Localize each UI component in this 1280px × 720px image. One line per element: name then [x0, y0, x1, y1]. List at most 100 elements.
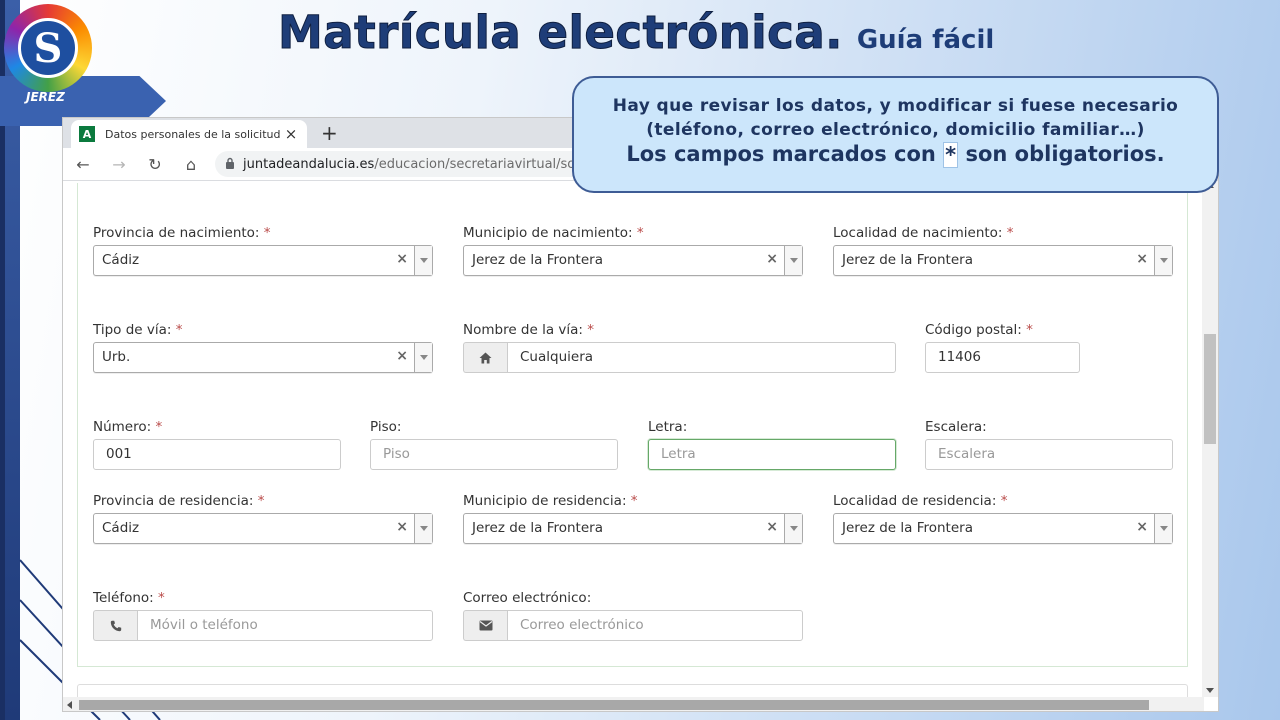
- field-localidad-residencia: Localidad de residencia: * Jerez de la F…: [833, 493, 1173, 544]
- required-mark: *: [257, 493, 265, 509]
- dropdown-arrow-icon[interactable]: [414, 246, 432, 275]
- clear-icon[interactable]: ×: [1136, 519, 1148, 535]
- reload-icon[interactable]: ↻: [139, 155, 171, 174]
- callout-line-3-after: son obligatorios.: [965, 142, 1165, 166]
- dropdown-arrow-icon[interactable]: [414, 343, 432, 372]
- clear-icon[interactable]: ×: [766, 251, 778, 267]
- tab-title: Datos personales de la solicitud: [105, 127, 281, 141]
- lock-icon: [225, 157, 235, 172]
- telefono-input[interactable]: Móvil o teléfono: [137, 610, 433, 641]
- browser-tab[interactable]: A Datos personales de la solicitud ×: [71, 120, 307, 148]
- required-mark: *: [1000, 493, 1008, 509]
- required-mark: *: [1006, 225, 1014, 241]
- municipio-residencia-select[interactable]: Jerez de la Frontera ×: [463, 513, 803, 544]
- clear-icon[interactable]: ×: [1136, 251, 1148, 267]
- field-label: Municipio de nacimiento: *: [463, 225, 644, 241]
- scroll-left-icon[interactable]: [67, 701, 72, 709]
- required-star-sample: *: [943, 142, 959, 168]
- vertical-scroll-thumb[interactable]: [1204, 334, 1216, 444]
- field-label: Número: *: [93, 419, 163, 435]
- required-mark: *: [155, 419, 163, 435]
- field-label: Provincia de residencia: *: [93, 493, 265, 509]
- home-icon: [463, 342, 507, 373]
- dropdown-arrow-icon[interactable]: [414, 514, 432, 543]
- field-nombre-via: Nombre de la vía: * Cualquiera: [463, 322, 896, 373]
- field-label: Teléfono: *: [93, 590, 165, 606]
- browser-window: A Datos personales de la solicitud × + ←…: [62, 117, 1219, 712]
- tipo-via-select[interactable]: Urb. ×: [93, 342, 433, 373]
- tab-close-icon[interactable]: ×: [283, 125, 299, 143]
- required-mark: *: [587, 322, 595, 338]
- logo-letter: S: [18, 18, 78, 78]
- field-municipio-nacimiento: Municipio de nacimiento: * Jerez de la F…: [463, 225, 803, 276]
- field-label: Municipio de residencia: *: [463, 493, 638, 509]
- required-mark: *: [175, 322, 183, 338]
- codigo-postal-input[interactable]: 11406: [925, 342, 1080, 373]
- select-value: Jerez de la Frontera: [842, 252, 973, 268]
- horizontal-scroll-thumb[interactable]: [79, 700, 1149, 710]
- provincia-residencia-select[interactable]: Cádiz ×: [93, 513, 433, 544]
- field-label: Piso:: [370, 419, 402, 435]
- clear-icon[interactable]: ×: [766, 519, 778, 535]
- field-numero: Número: * 001: [93, 419, 341, 470]
- phone-icon: [93, 610, 137, 641]
- field-provincia-residencia: Provincia de residencia: * Cádiz ×: [93, 493, 433, 544]
- clear-icon[interactable]: ×: [396, 348, 408, 364]
- piso-input[interactable]: Piso: [370, 439, 618, 470]
- localidad-residencia-select[interactable]: Jerez de la Frontera ×: [833, 513, 1173, 544]
- envelope-icon: [463, 610, 507, 641]
- field-letra: Letra: Letra: [648, 419, 896, 470]
- callout-line-2: (teléfono, correo electrónico, domicilio…: [646, 120, 1145, 140]
- field-tipo-via: Tipo de vía: * Urb. ×: [93, 322, 433, 373]
- callout-line-1: Hay que revisar los datos, y modificar s…: [612, 96, 1179, 116]
- scroll-down-icon[interactable]: [1206, 688, 1214, 693]
- new-tab-icon[interactable]: +: [321, 121, 338, 145]
- localidad-nacimiento-select[interactable]: Jerez de la Frontera ×: [833, 245, 1173, 276]
- slide-title-main: Matrícula electrónica.: [278, 6, 843, 60]
- field-label: Letra:: [648, 419, 688, 435]
- nombre-via-input[interactable]: Cualquiera: [507, 342, 896, 373]
- field-telefono: Teléfono: * Móvil o teléfono: [93, 590, 433, 641]
- field-label: Código postal: *: [925, 322, 1033, 338]
- correo-input[interactable]: Correo electrónico: [507, 610, 803, 641]
- slide-title: Matrícula electrónica. Guía fácil: [278, 6, 995, 66]
- dropdown-arrow-icon[interactable]: [1154, 246, 1172, 275]
- provincia-nacimiento-select[interactable]: Cádiz ×: [93, 245, 433, 276]
- junta-favicon-icon: A: [79, 126, 95, 142]
- municipio-nacimiento-select[interactable]: Jerez de la Frontera ×: [463, 245, 803, 276]
- home-nav-icon[interactable]: ⌂: [175, 155, 207, 174]
- logo-jerez-text: JEREZ: [26, 90, 65, 104]
- required-mark: *: [158, 590, 165, 606]
- numero-input[interactable]: 001: [93, 439, 341, 470]
- field-escalera: Escalera: Escalera: [925, 419, 1173, 470]
- correo-group: Correo electrónico: [463, 610, 803, 641]
- school-logo: S: [4, 4, 92, 92]
- dropdown-arrow-icon[interactable]: [784, 246, 802, 275]
- clear-icon[interactable]: ×: [396, 519, 408, 535]
- field-label: Provincia de nacimiento: *: [93, 225, 271, 241]
- clear-icon[interactable]: ×: [396, 251, 408, 267]
- escalera-input[interactable]: Escalera: [925, 439, 1173, 470]
- field-label: Escalera:: [925, 419, 987, 435]
- dropdown-arrow-icon[interactable]: [784, 514, 802, 543]
- back-arrow-icon[interactable]: ←: [67, 155, 99, 174]
- callout-line-3-before: Los campos marcados con: [626, 142, 936, 166]
- required-mark: *: [1026, 322, 1033, 338]
- letra-input[interactable]: Letra: [648, 439, 896, 470]
- field-localidad-nacimiento: Localidad de nacimiento: * Jerez de la F…: [833, 225, 1173, 276]
- field-label: Tipo de vía: *: [93, 322, 183, 338]
- required-mark: *: [636, 225, 644, 241]
- required-mark: *: [263, 225, 271, 241]
- slide-title-sub: Guía fácil: [856, 25, 995, 55]
- select-value: Jerez de la Frontera: [472, 520, 603, 536]
- dropdown-arrow-icon[interactable]: [1154, 514, 1172, 543]
- field-label: Localidad de residencia: *: [833, 493, 1008, 509]
- vertical-scrollbar[interactable]: [1202, 181, 1218, 697]
- field-label: Correo electrónico:: [463, 590, 592, 606]
- horizontal-scrollbar[interactable]: [63, 697, 1204, 711]
- callout-line-3: Los campos marcados con * son obligatori…: [574, 142, 1217, 168]
- select-value: Cádiz: [102, 252, 140, 268]
- telefono-group: Móvil o teléfono: [93, 610, 433, 641]
- field-municipio-residencia: Municipio de residencia: * Jerez de la F…: [463, 493, 803, 544]
- forward-arrow-icon[interactable]: →: [103, 155, 135, 174]
